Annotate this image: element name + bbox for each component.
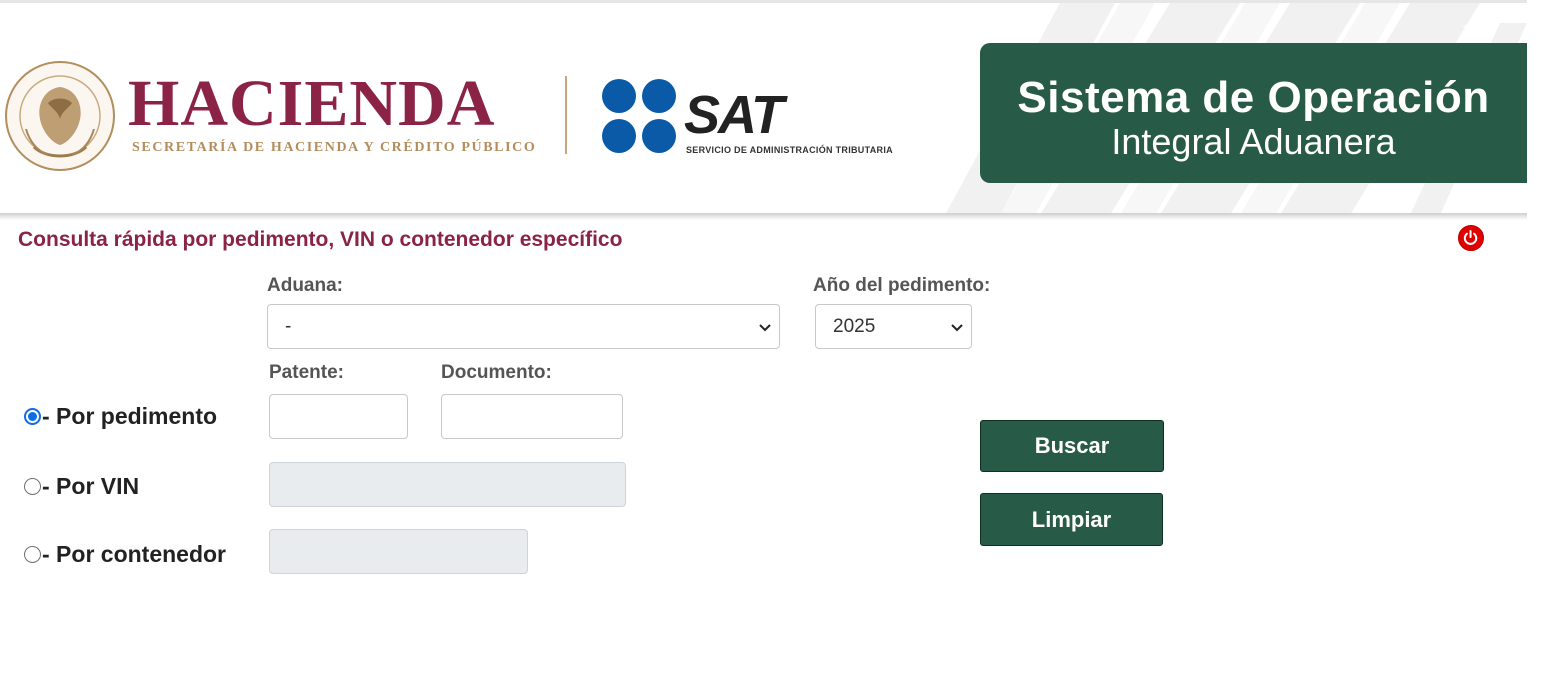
- sat-subtitle: SERVICIO DE ADMINISTRACIÓN TRIBUTARIA: [686, 145, 893, 155]
- radio-por-vin[interactable]: [24, 478, 41, 495]
- page-title: Consulta rápida por pedimento, VIN o con…: [18, 228, 623, 251]
- system-title-line1: Sistema de Operación: [1017, 73, 1490, 122]
- vin-input[interactable]: [269, 462, 626, 507]
- logout-button[interactable]: [1458, 225, 1484, 251]
- patente-label: Patente:: [269, 362, 344, 383]
- documento-label: Documento:: [441, 362, 552, 383]
- sat-wordmark: SAT: [684, 85, 784, 145]
- aduana-selected-value: -: [285, 315, 292, 337]
- chevron-down-icon: [759, 323, 771, 331]
- option-label-por-pedimento: - Por pedimento: [42, 403, 218, 429]
- sat-logo-icon: [602, 79, 676, 153]
- aduana-select[interactable]: -: [267, 304, 780, 349]
- header-shadow: [0, 213, 1527, 220]
- option-label-por-contenedor: - Por contenedor: [42, 541, 227, 567]
- system-name-banner: Sistema de Operación Integral Aduanera: [980, 43, 1527, 183]
- option-por-contenedor[interactable]: - Por contenedor: [24, 541, 226, 568]
- hacienda-subtitle: SECRETARÍA DE HACIENDA Y CRÉDITO PÚBLICO: [132, 140, 537, 155]
- logo-divider: [565, 76, 567, 154]
- year-select[interactable]: 2025: [815, 304, 972, 349]
- chevron-down-icon: [951, 323, 963, 331]
- year-selected-value: 2025: [833, 315, 876, 337]
- option-label-por-vin: - Por VIN: [42, 473, 140, 499]
- radio-por-pedimento[interactable]: [24, 408, 41, 425]
- hacienda-wordmark: HACIENDA: [128, 67, 496, 140]
- site-header: HACIENDA SECRETARÍA DE HACIENDA Y CRÉDIT…: [0, 3, 1527, 215]
- contenedor-input[interactable]: [269, 529, 528, 574]
- system-title-line2: Integral Aduanera: [1111, 121, 1396, 162]
- search-button[interactable]: Buscar: [980, 420, 1164, 472]
- patente-input[interactable]: [269, 394, 408, 439]
- year-label: Año del pedimento:: [813, 275, 991, 296]
- option-por-pedimento[interactable]: - Por pedimento: [24, 403, 217, 430]
- version-mark: 1: [1462, 23, 1471, 40]
- option-por-vin[interactable]: - Por VIN: [24, 473, 139, 500]
- aduana-label: Aduana:: [267, 275, 343, 296]
- mexico-seal-logo: [5, 61, 115, 171]
- documento-input[interactable]: [441, 394, 623, 439]
- power-icon: [1463, 230, 1478, 245]
- radio-por-contenedor[interactable]: [24, 546, 41, 563]
- clear-button[interactable]: Limpiar: [980, 493, 1163, 546]
